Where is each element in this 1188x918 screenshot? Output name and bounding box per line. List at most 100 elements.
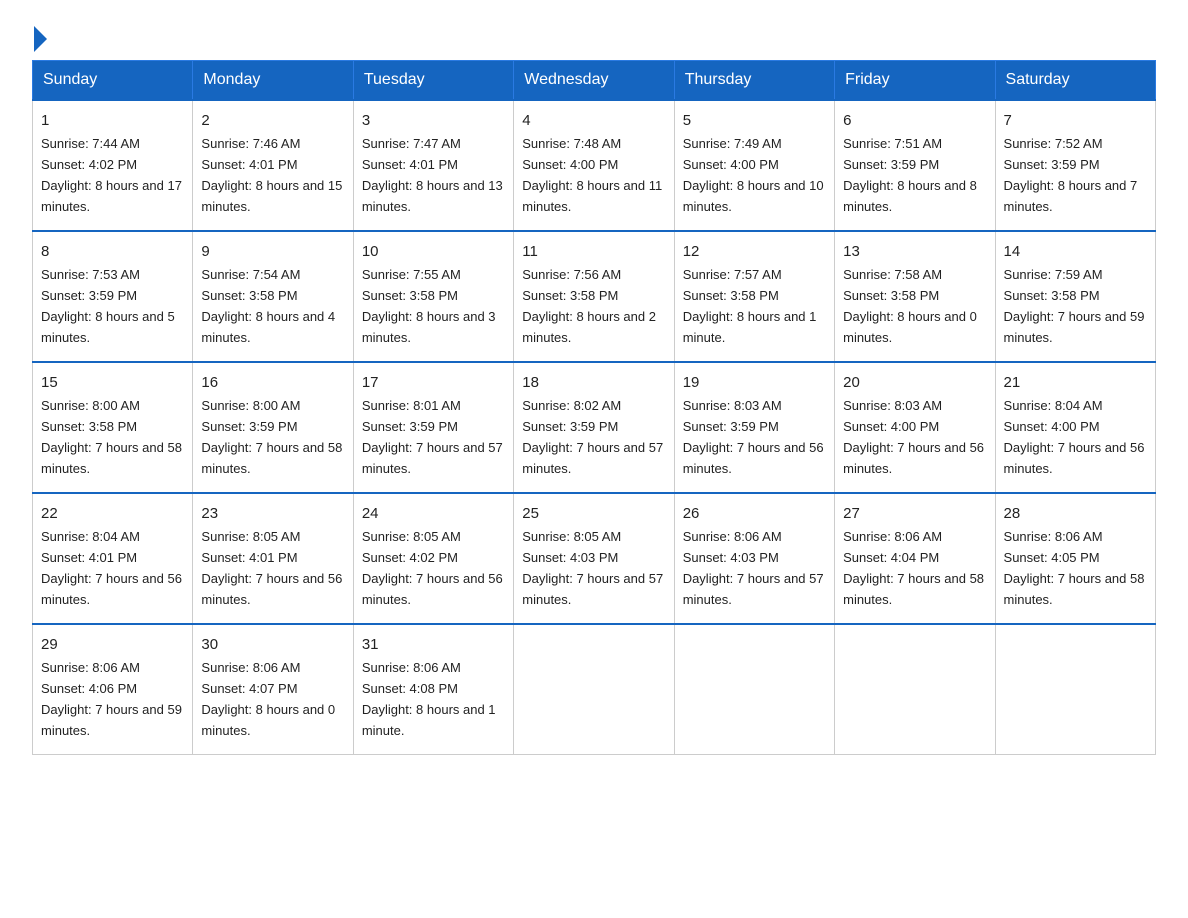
day-info: Sunrise: 8:02 AMSunset: 3:59 PMDaylight:… — [522, 398, 663, 476]
calendar-cell: 8 Sunrise: 7:53 AMSunset: 3:59 PMDaylight… — [33, 231, 193, 362]
calendar-cell: 4 Sunrise: 7:48 AMSunset: 4:00 PMDaylight… — [514, 100, 674, 231]
weekday-header-monday: Monday — [193, 61, 353, 101]
day-info: Sunrise: 8:06 AMSunset: 4:04 PMDaylight:… — [843, 529, 984, 607]
calendar-cell: 23 Sunrise: 8:05 AMSunset: 4:01 PMDayligh… — [193, 493, 353, 624]
calendar-cell: 9Sunrise: 7:54 AMSunset: 3:58 PMDaylight… — [193, 231, 353, 362]
day-info: Sunrise: 7:55 AMSunset: 3:58 PMDaylight:… — [362, 267, 496, 345]
day-number: 1 — [41, 109, 184, 132]
calendar-cell: 15 Sunrise: 8:00 AMSunset: 3:58 PMDayligh… — [33, 362, 193, 493]
day-info: Sunrise: 7:46 AMSunset: 4:01 PMDaylight:… — [201, 136, 342, 214]
calendar-cell: 13Sunrise: 7:58 AMSunset: 3:58 PMDayligh… — [835, 231, 995, 362]
day-number: 21 — [1004, 371, 1147, 394]
day-info: Sunrise: 7:54 AMSunset: 3:58 PMDaylight:… — [201, 267, 335, 345]
weekday-header-saturday: Saturday — [995, 61, 1155, 101]
logo — [32, 24, 47, 50]
calendar-week-1: 1 Sunrise: 7:44 AMSunset: 4:02 PMDaylight… — [33, 100, 1156, 231]
calendar-cell: 3 Sunrise: 7:47 AMSunset: 4:01 PMDaylight… — [353, 100, 513, 231]
day-number: 18 — [522, 371, 665, 394]
day-number: 3 — [362, 109, 505, 132]
day-info: Sunrise: 7:59 AMSunset: 3:58 PMDaylight:… — [1004, 267, 1145, 345]
day-info: Sunrise: 7:57 AMSunset: 3:58 PMDaylight:… — [683, 267, 817, 345]
calendar-cell — [995, 624, 1155, 754]
day-info: Sunrise: 8:01 AMSunset: 3:59 PMDaylight:… — [362, 398, 503, 476]
day-info: Sunrise: 7:49 AMSunset: 4:00 PMDaylight:… — [683, 136, 824, 214]
calendar-cell: 29 Sunrise: 8:06 AMSunset: 4:06 PMDayligh… — [33, 624, 193, 754]
day-number: 24 — [362, 502, 505, 525]
day-number: 6 — [843, 109, 986, 132]
day-info: Sunrise: 8:05 AMSunset: 4:03 PMDaylight:… — [522, 529, 663, 607]
day-info: Sunrise: 7:51 AMSunset: 3:59 PMDaylight:… — [843, 136, 977, 214]
day-number: 15 — [41, 371, 184, 394]
day-number: 13 — [843, 240, 986, 263]
day-info: Sunrise: 8:06 AMSunset: 4:06 PMDaylight:… — [41, 660, 182, 738]
day-info: Sunrise: 8:04 AMSunset: 4:00 PMDaylight:… — [1004, 398, 1145, 476]
calendar-cell: 26 Sunrise: 8:06 AMSunset: 4:03 PMDayligh… — [674, 493, 834, 624]
day-number: 29 — [41, 633, 184, 656]
calendar-cell: 7 Sunrise: 7:52 AMSunset: 3:59 PMDaylight… — [995, 100, 1155, 231]
day-number: 23 — [201, 502, 344, 525]
day-info: Sunrise: 8:00 AMSunset: 3:58 PMDaylight:… — [41, 398, 182, 476]
day-info: Sunrise: 8:05 AMSunset: 4:02 PMDaylight:… — [362, 529, 503, 607]
day-info: Sunrise: 7:53 AMSunset: 3:59 PMDaylight:… — [41, 267, 175, 345]
day-number: 5 — [683, 109, 826, 132]
day-number: 22 — [41, 502, 184, 525]
weekday-header-thursday: Thursday — [674, 61, 834, 101]
calendar-week-4: 22 Sunrise: 8:04 AMSunset: 4:01 PMDayligh… — [33, 493, 1156, 624]
calendar-cell: 11 Sunrise: 7:56 AMSunset: 3:58 PMDayligh… — [514, 231, 674, 362]
day-number: 28 — [1004, 502, 1147, 525]
day-number: 30 — [201, 633, 344, 656]
day-info: Sunrise: 7:52 AMSunset: 3:59 PMDaylight:… — [1004, 136, 1138, 214]
day-number: 25 — [522, 502, 665, 525]
calendar-cell: 10 Sunrise: 7:55 AMSunset: 3:58 PMDayligh… — [353, 231, 513, 362]
day-number: 4 — [522, 109, 665, 132]
day-number: 31 — [362, 633, 505, 656]
day-number: 8 — [41, 240, 184, 263]
logo-triangle-icon — [34, 26, 47, 52]
calendar-cell: 21 Sunrise: 8:04 AMSunset: 4:00 PMDayligh… — [995, 362, 1155, 493]
day-number: 17 — [362, 371, 505, 394]
day-number: 26 — [683, 502, 826, 525]
calendar-cell: 24 Sunrise: 8:05 AMSunset: 4:02 PMDayligh… — [353, 493, 513, 624]
calendar-cell: 27 Sunrise: 8:06 AMSunset: 4:04 PMDayligh… — [835, 493, 995, 624]
weekday-header-wednesday: Wednesday — [514, 61, 674, 101]
calendar-cell: 12 Sunrise: 7:57 AMSunset: 3:58 PMDayligh… — [674, 231, 834, 362]
weekday-header-friday: Friday — [835, 61, 995, 101]
calendar-cell: 30 Sunrise: 8:06 AMSunset: 4:07 PMDayligh… — [193, 624, 353, 754]
weekday-header-tuesday: Tuesday — [353, 61, 513, 101]
day-info: Sunrise: 8:06 AMSunset: 4:03 PMDaylight:… — [683, 529, 824, 607]
day-number: 27 — [843, 502, 986, 525]
day-info: Sunrise: 8:03 AMSunset: 4:00 PMDaylight:… — [843, 398, 984, 476]
calendar-cell: 20Sunrise: 8:03 AMSunset: 4:00 PMDayligh… — [835, 362, 995, 493]
day-number: 11 — [522, 240, 665, 263]
day-info: Sunrise: 8:06 AMSunset: 4:05 PMDaylight:… — [1004, 529, 1145, 607]
day-info: Sunrise: 8:03 AMSunset: 3:59 PMDaylight:… — [683, 398, 824, 476]
day-info: Sunrise: 7:47 AMSunset: 4:01 PMDaylight:… — [362, 136, 503, 214]
calendar-header: SundayMondayTuesdayWednesdayThursdayFrid… — [33, 61, 1156, 101]
calendar-cell: 17 Sunrise: 8:01 AMSunset: 3:59 PMDayligh… — [353, 362, 513, 493]
calendar-cell: 6 Sunrise: 7:51 AMSunset: 3:59 PMDaylight… — [835, 100, 995, 231]
calendar-cell: 2Sunrise: 7:46 AMSunset: 4:01 PMDaylight… — [193, 100, 353, 231]
day-info: Sunrise: 7:44 AMSunset: 4:02 PMDaylight:… — [41, 136, 182, 214]
calendar-cell: 22 Sunrise: 8:04 AMSunset: 4:01 PMDayligh… — [33, 493, 193, 624]
calendar-cell — [514, 624, 674, 754]
day-number: 10 — [362, 240, 505, 263]
calendar-table: SundayMondayTuesdayWednesdayThursdayFrid… — [32, 60, 1156, 755]
day-number: 19 — [683, 371, 826, 394]
day-info: Sunrise: 7:56 AMSunset: 3:58 PMDaylight:… — [522, 267, 656, 345]
calendar-cell: 16Sunrise: 8:00 AMSunset: 3:59 PMDayligh… — [193, 362, 353, 493]
day-info: Sunrise: 8:04 AMSunset: 4:01 PMDaylight:… — [41, 529, 182, 607]
calendar-week-2: 8 Sunrise: 7:53 AMSunset: 3:59 PMDaylight… — [33, 231, 1156, 362]
day-info: Sunrise: 8:06 AMSunset: 4:07 PMDaylight:… — [201, 660, 335, 738]
calendar-cell: 5 Sunrise: 7:49 AMSunset: 4:00 PMDaylight… — [674, 100, 834, 231]
day-number: 7 — [1004, 109, 1147, 132]
day-info: Sunrise: 7:48 AMSunset: 4:00 PMDaylight:… — [522, 136, 662, 214]
day-info: Sunrise: 8:06 AMSunset: 4:08 PMDaylight:… — [362, 660, 496, 738]
calendar-cell: 28 Sunrise: 8:06 AMSunset: 4:05 PMDayligh… — [995, 493, 1155, 624]
day-number: 12 — [683, 240, 826, 263]
calendar-cell: 18 Sunrise: 8:02 AMSunset: 3:59 PMDayligh… — [514, 362, 674, 493]
calendar-cell — [674, 624, 834, 754]
day-info: Sunrise: 8:05 AMSunset: 4:01 PMDaylight:… — [201, 529, 342, 607]
day-number: 14 — [1004, 240, 1147, 263]
calendar-cell: 19 Sunrise: 8:03 AMSunset: 3:59 PMDayligh… — [674, 362, 834, 493]
calendar-cell — [835, 624, 995, 754]
